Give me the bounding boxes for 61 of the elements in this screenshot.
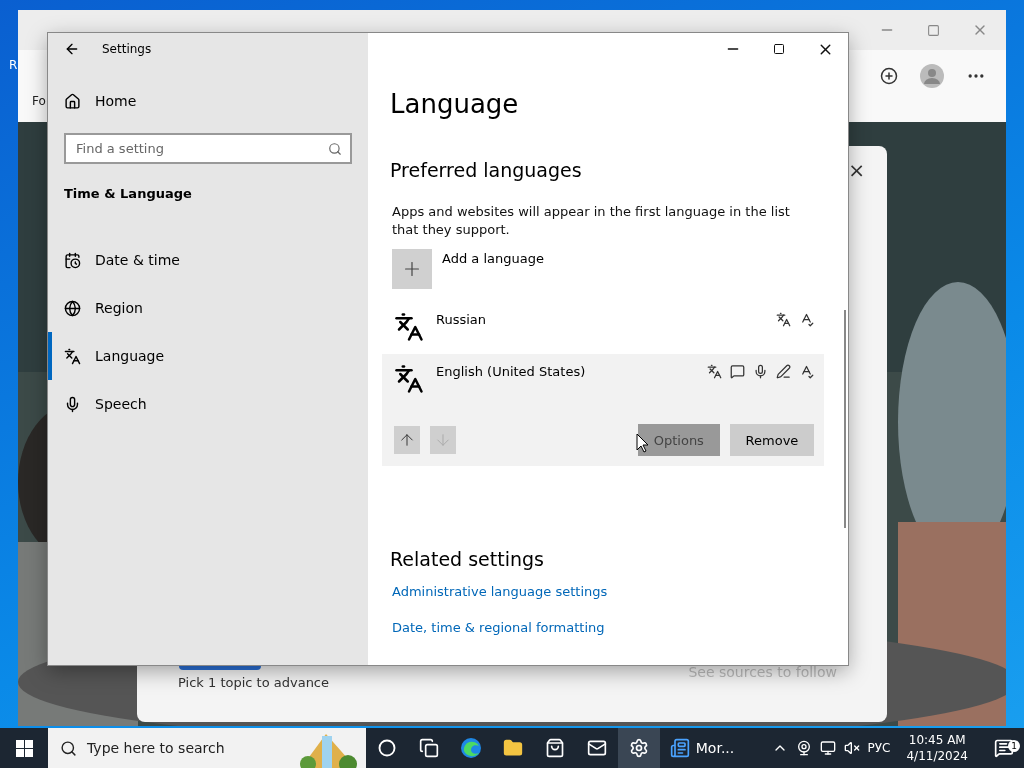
language-icon: [776, 312, 791, 327]
mouse-cursor-icon: [636, 433, 650, 453]
language-name: Russian: [436, 312, 488, 327]
input-language-indicator[interactable]: РУС: [867, 741, 891, 755]
language-row-expanded[interactable]: English (United States) Options Remove: [382, 354, 824, 466]
globe-icon: [64, 299, 81, 317]
nav-item[interactable]: Speech: [48, 380, 368, 428]
section-heading: Time & Language: [63, 185, 193, 203]
collections-icon[interactable]: [880, 67, 898, 85]
page-title: Language: [390, 89, 520, 119]
language-name: English (United States): [436, 364, 587, 379]
calendar-clock-icon: [64, 251, 81, 269]
volume-muted-icon[interactable]: [843, 740, 860, 756]
pen-icon: [776, 364, 791, 379]
language-icon: [64, 347, 81, 365]
close-button[interactable]: ×: [848, 160, 865, 180]
settings-icon: [629, 738, 649, 758]
window-title: Settings: [102, 42, 152, 56]
description-text: Apps and websites will appear in the first language in the list that they support.: [391, 203, 791, 239]
language-icon: [707, 364, 722, 379]
search-field[interactable]: Find a setting: [64, 133, 352, 164]
mail-icon: [587, 738, 607, 758]
section-heading: Preferred languages: [390, 159, 583, 181]
browser-icon: [460, 737, 482, 759]
nav-item[interactable]: Region: [48, 284, 368, 332]
toolbar-text: Fo: [32, 94, 46, 108]
remove-button[interactable]: Remove: [729, 424, 814, 456]
clock[interactable]: 10:45 AM 4/11/2024: [906, 732, 968, 764]
topic-hint: Pick 1 topic to advance: [178, 675, 330, 690]
home-link[interactable]: Home: [95, 93, 137, 109]
settings-link[interactable]: Date, time & regional formatting: [390, 620, 848, 635]
folder-icon: [503, 738, 523, 758]
settings-link[interactable]: Administrative language settings: [390, 584, 848, 599]
circle-icon: [378, 739, 396, 757]
speech-bubble-icon: [730, 364, 745, 379]
nav-item[interactable]: Date & time: [48, 236, 368, 284]
search-icon: [60, 739, 77, 757]
notification-icon[interactable]: [994, 738, 1014, 758]
webcam-icon[interactable]: [795, 740, 812, 756]
network-icon[interactable]: [819, 740, 836, 756]
language-icon: [394, 312, 424, 342]
notification-count-badge: 1: [1008, 740, 1020, 752]
desktop-icon-label: R: [9, 58, 18, 72]
spell-check-icon: [799, 364, 814, 379]
taskbar-app-button[interactable]: Mor...: [660, 728, 744, 768]
windows-logo-icon: [15, 739, 33, 757]
profile-avatar-icon[interactable]: [920, 64, 944, 88]
language-icon: [394, 364, 424, 394]
spell-check-icon: [799, 312, 814, 327]
home-icon: [64, 92, 81, 110]
add-language-label[interactable]: Add a language: [442, 251, 544, 266]
microphone-icon: [64, 395, 81, 413]
back-icon[interactable]: [64, 41, 80, 57]
news-icon: [669, 738, 690, 758]
task-view-icon: [419, 738, 439, 758]
search-icon: [328, 141, 342, 156]
section-heading: Related settings: [390, 548, 545, 570]
store-bag-icon: [545, 738, 565, 758]
maximize-icon[interactable]: [773, 43, 785, 55]
taskbar-icon[interactable]: [618, 728, 660, 768]
microphone-icon: [753, 364, 768, 379]
